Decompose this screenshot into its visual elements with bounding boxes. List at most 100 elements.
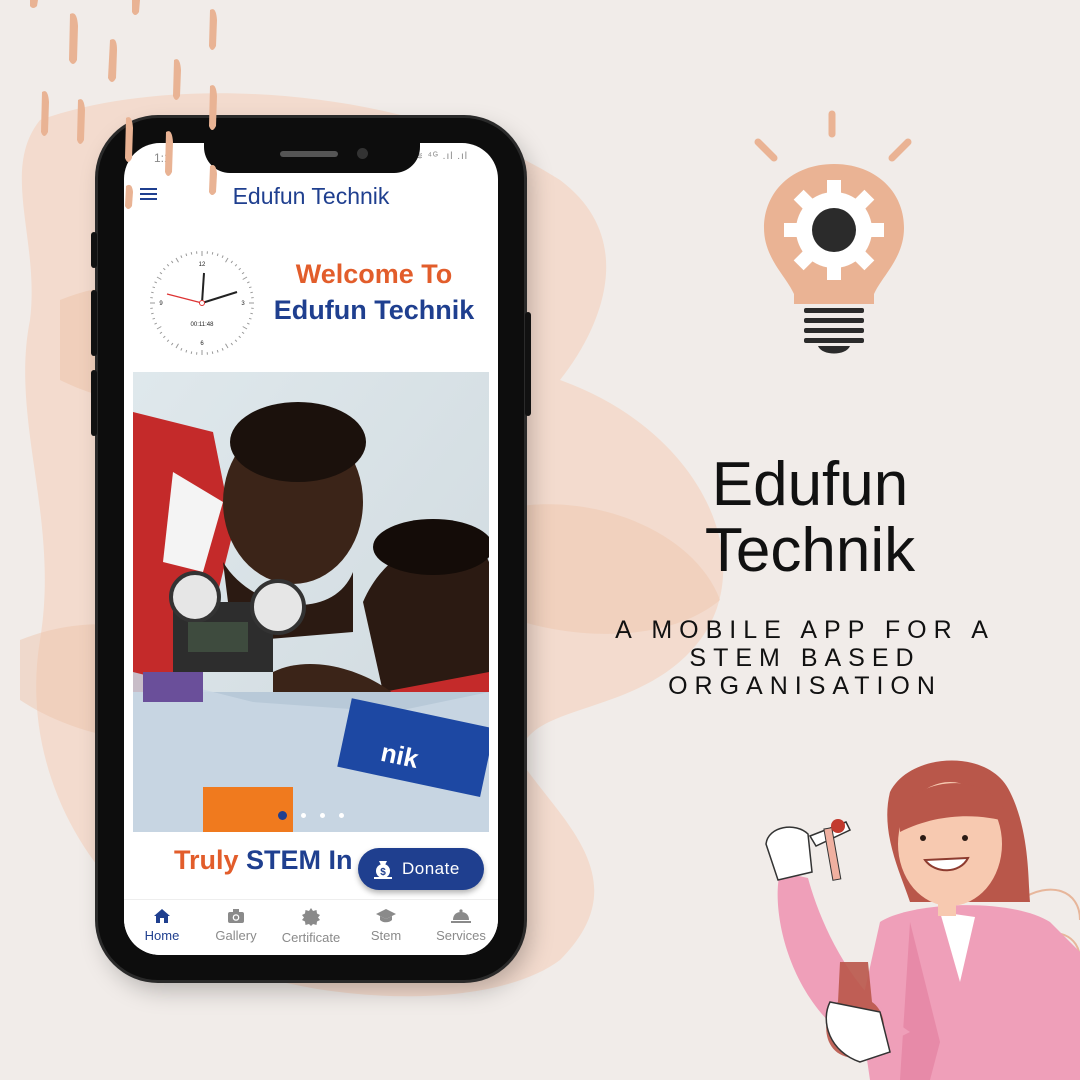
phone-speaker [280, 151, 338, 157]
tagline: Truly STEM In [174, 845, 353, 876]
clock-tick [230, 260, 233, 264]
carousel-dot[interactable] [278, 811, 287, 821]
clock-tick [250, 291, 253, 294]
nav-home[interactable]: Home [124, 908, 200, 943]
clock-tick [247, 322, 250, 325]
hero-carousel[interactable]: nik [133, 372, 489, 832]
clock-tick [230, 342, 233, 346]
clock-tick [247, 281, 250, 284]
clock-number-6: 6 [200, 341, 204, 347]
promo-subtitle-line1: A MOBILE APP FOR A [615, 616, 995, 644]
scientist-illustration [765, 760, 1080, 1080]
lightbulb-gear-icon [754, 110, 912, 354]
clock-tick [166, 264, 170, 267]
donate-label: Donate [402, 859, 460, 878]
clock-tick [221, 255, 224, 258]
nav-gallery[interactable]: Gallery [198, 908, 274, 943]
clock-tick [242, 326, 248, 330]
badge-icon [302, 908, 320, 926]
clock-tick [185, 349, 188, 353]
nav-home-label: Home [144, 928, 180, 943]
clock-tick [216, 349, 219, 353]
clock-tick [151, 312, 154, 315]
clock-tick [159, 272, 163, 275]
clock-hour-hand [201, 291, 238, 304]
analog-clock: 12 3 6 9 00:11:48 [150, 251, 254, 355]
clock-tick [171, 342, 174, 346]
clock-tick [180, 348, 183, 351]
graduation-cap-icon [376, 909, 396, 923]
promo-title-line1: Edufun [711, 450, 909, 519]
tagline-part2: STEM In [246, 845, 353, 875]
donate-button[interactable]: $ Donate [358, 848, 484, 890]
clock-tick [166, 339, 170, 342]
nav-stem[interactable]: Stem [348, 908, 424, 943]
clock-number-12: 12 [199, 262, 206, 268]
home-icon [154, 909, 170, 923]
money-bag-icon: $ [374, 861, 392, 879]
nav-gallery-label: Gallery [215, 928, 257, 943]
app-screen: 1:1 ≋ ⁴ᴳ .ıl .ıl Edufun Technik 12 3 6 9… [124, 143, 498, 955]
clock-tick [185, 253, 188, 257]
nav-certificate[interactable]: Certificate [273, 908, 349, 945]
clock-tick [241, 331, 245, 334]
clock-tick [242, 276, 248, 280]
clock-digital-time: 00:11:48 [191, 322, 215, 328]
promo-subtitle-line3: ORGANISATION [668, 672, 942, 700]
clock-tick [225, 343, 229, 349]
clock-minute-hand [201, 272, 205, 304]
clock-tick [238, 335, 241, 339]
clock-tick [175, 257, 179, 263]
phone-camera [357, 148, 368, 159]
clock-number-9: 9 [159, 301, 163, 307]
promo-title: Edufun Technik [640, 452, 980, 584]
clock-tick [159, 331, 163, 334]
clock-tick [250, 312, 253, 315]
clock-tick [156, 276, 162, 280]
nav-stem-label: Stem [370, 928, 402, 943]
clock-tick [152, 317, 156, 320]
status-icons: ≋ ⁴ᴳ .ıl .ıl [414, 151, 468, 162]
clock-second-hand [166, 293, 203, 304]
paint-drips-decoration [30, 0, 217, 209]
svg-text:$: $ [380, 867, 386, 878]
clock-tick [180, 255, 183, 258]
clock-tick [175, 343, 179, 349]
clock-tick [225, 257, 229, 263]
clock-tick [248, 286, 252, 289]
clock-tick [171, 260, 174, 264]
clock-tick [241, 272, 245, 275]
nav-services[interactable]: Services [423, 908, 498, 943]
clock-tick [152, 286, 156, 289]
cloche-icon [451, 909, 471, 923]
clock-tick [151, 291, 154, 294]
clock-tick [221, 348, 224, 351]
promo-subtitle: A MOBILE APP FOR A STEM BASED ORGANISATI… [570, 616, 1040, 700]
carousel-dot[interactable] [301, 813, 306, 819]
camera-icon [228, 909, 244, 923]
clock-number-3: 3 [241, 301, 245, 307]
carousel-dot[interactable] [339, 813, 344, 819]
promo-subtitle-line2: STEM BASED [689, 644, 921, 672]
clock-tick [163, 267, 166, 271]
clock-tick [234, 339, 238, 342]
carousel-dot[interactable] [320, 813, 325, 819]
clock-tick [216, 253, 219, 257]
clock-tick [190, 252, 193, 255]
hero-photo: nik [133, 372, 489, 832]
bottom-navigation: Home Gallery Certificate Stem Services [124, 899, 498, 955]
clock-tick [248, 317, 252, 320]
clock-tick [211, 351, 214, 354]
nav-services-label: Services [436, 928, 486, 943]
welcome-heading: Welcome To [295, 259, 453, 289]
clock-tick [154, 281, 157, 284]
carousel-indicators [133, 807, 489, 825]
welcome-org-name: Edufun Technik [273, 295, 475, 325]
clock-tick [163, 335, 166, 339]
clock-tick [234, 264, 238, 267]
clock-tick [156, 326, 162, 330]
clock-tick [154, 322, 157, 325]
promo-title-line2: Technik [704, 516, 916, 585]
nav-certificate-label: Certificate [281, 930, 341, 945]
clock-tick [211, 252, 214, 255]
